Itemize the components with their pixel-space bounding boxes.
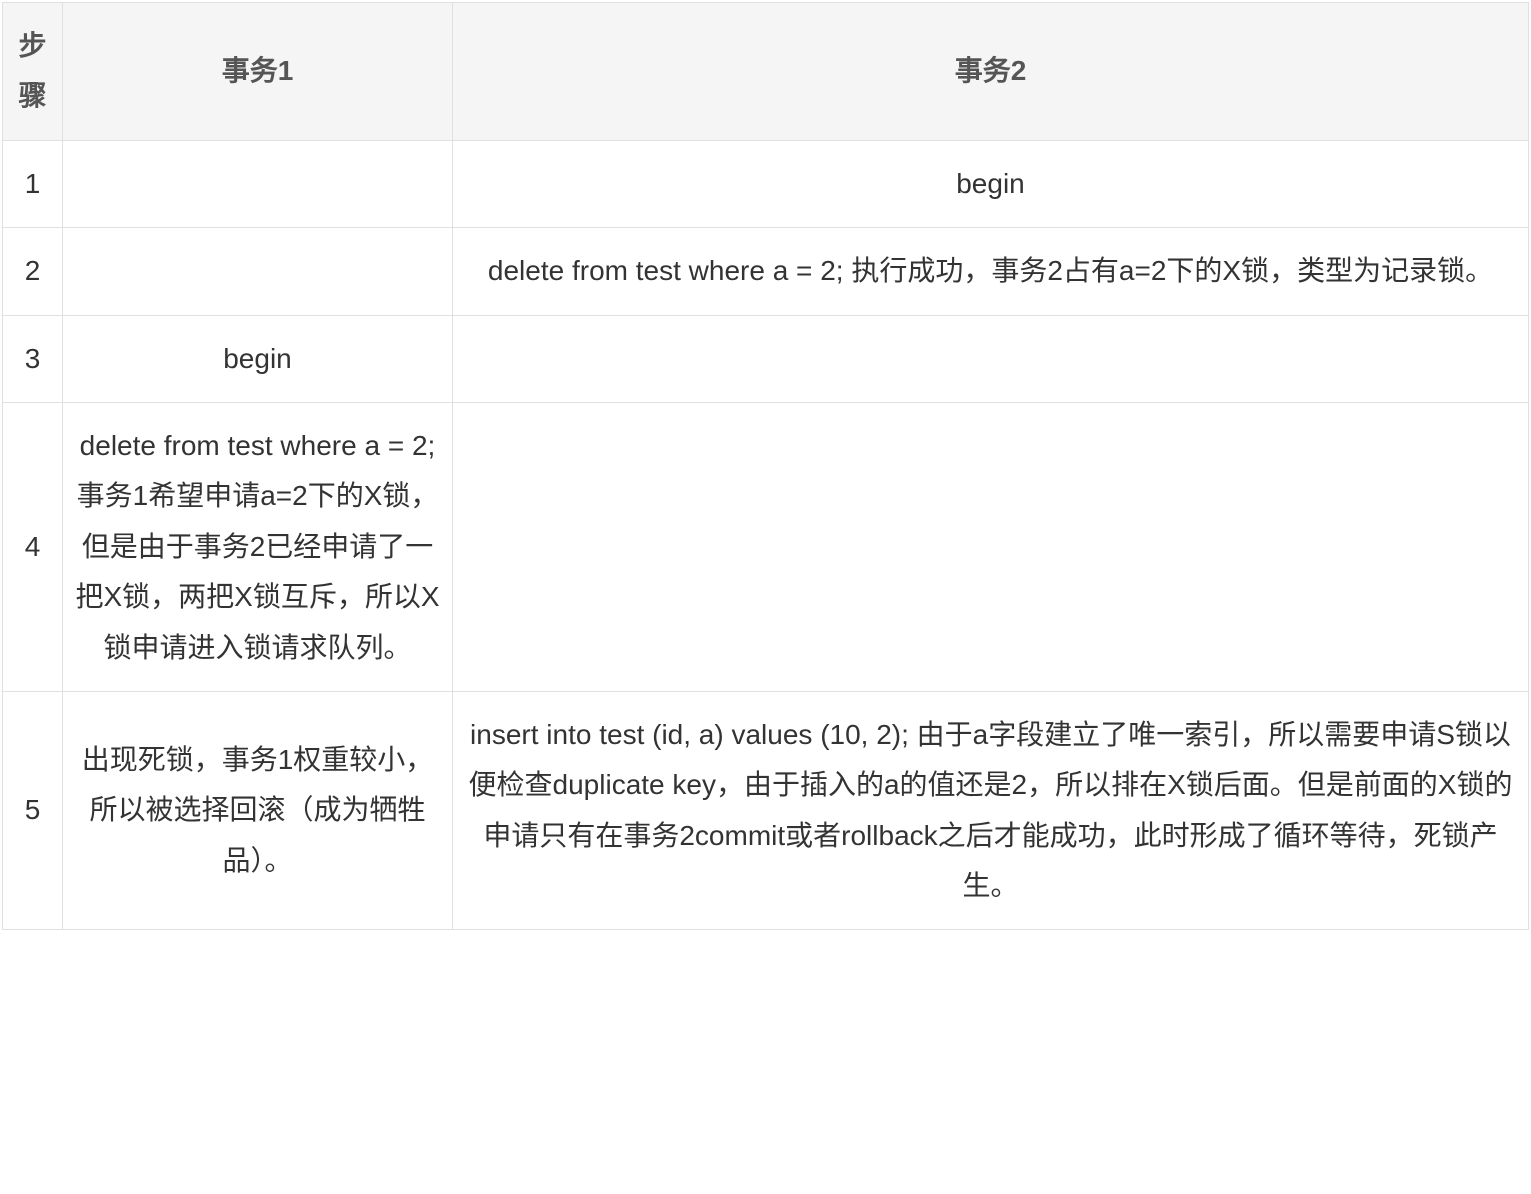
table-row: 2 delete from test where a = 2; 执行成功，事务2… xyxy=(3,228,1529,315)
cell-step: 1 xyxy=(3,140,63,227)
header-transaction-1: 事务1 xyxy=(63,3,453,141)
cell-tx1: delete from test where a = 2; 事务1希望申请a=2… xyxy=(63,402,453,691)
cell-step: 4 xyxy=(3,402,63,691)
table-row: 1 begin xyxy=(3,140,1529,227)
cell-tx2: delete from test where a = 2; 执行成功，事务2占有… xyxy=(453,228,1529,315)
header-transaction-2: 事务2 xyxy=(453,3,1529,141)
header-step: 步骤 xyxy=(3,3,63,141)
cell-step: 3 xyxy=(3,315,63,402)
table-header-row: 步骤 事务1 事务2 xyxy=(3,3,1529,141)
cell-tx2: begin xyxy=(453,140,1529,227)
table-row: 4 delete from test where a = 2; 事务1希望申请a… xyxy=(3,402,1529,691)
cell-step: 2 xyxy=(3,228,63,315)
cell-tx2 xyxy=(453,402,1529,691)
cell-tx1: 出现死锁，事务1权重较小，所以被选择回滚（成为牺牲品）。 xyxy=(63,691,453,930)
cell-tx1 xyxy=(63,228,453,315)
cell-tx1 xyxy=(63,140,453,227)
deadlock-steps-table: 步骤 事务1 事务2 1 begin 2 delete from test wh… xyxy=(2,2,1529,930)
cell-step: 5 xyxy=(3,691,63,930)
cell-tx1: begin xyxy=(63,315,453,402)
table-row: 5 出现死锁，事务1权重较小，所以被选择回滚（成为牺牲品）。 insert in… xyxy=(3,691,1529,930)
cell-tx2: insert into test (id, a) values (10, 2);… xyxy=(453,691,1529,930)
table-row: 3 begin xyxy=(3,315,1529,402)
cell-tx2 xyxy=(453,315,1529,402)
